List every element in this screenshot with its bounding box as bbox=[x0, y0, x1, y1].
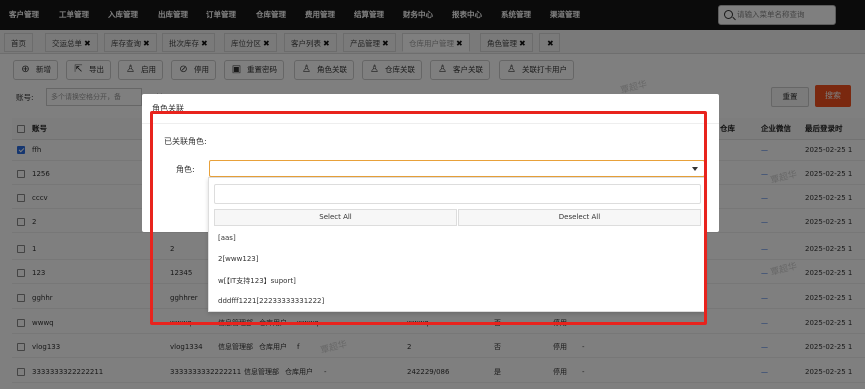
highlight-frame bbox=[150, 111, 707, 325]
